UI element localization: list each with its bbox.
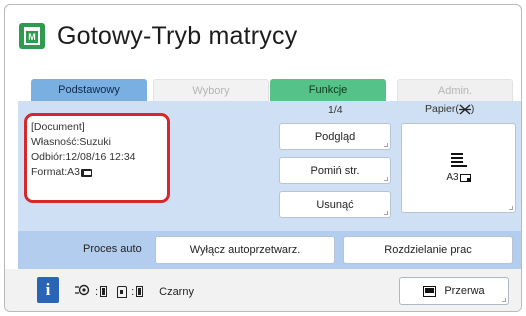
paper-label-end: ) xyxy=(470,103,475,115)
paper-select-button[interactable]: A3 xyxy=(401,123,516,213)
info-icon[interactable]: i xyxy=(37,277,59,303)
document-name: [Document] xyxy=(31,121,85,133)
paper-size-row: A3 xyxy=(446,172,471,183)
corner-mark-icon xyxy=(384,211,388,215)
skip-page-button-label: Pomiń str. xyxy=(310,164,360,177)
page-indicator: 1/4 xyxy=(328,104,343,116)
status-bar: i : : Czarny Przerwa xyxy=(5,269,521,311)
auto-process-label: Proces auto xyxy=(83,243,142,255)
auto-process-row: Proces auto Wyłącz autoprzetwarz. Rozdzi… xyxy=(18,231,521,269)
document-owner: Własność:Suzuki xyxy=(31,136,111,148)
paper-stack-icon xyxy=(450,153,467,167)
corner-mark-icon xyxy=(509,206,513,210)
document-received: Odbiór:12/08/16 12:34 xyxy=(31,151,136,163)
job-separation-label: Rozdzielanie prac xyxy=(384,244,472,256)
pause-icon xyxy=(423,285,437,297)
separator: : xyxy=(131,285,135,298)
skip-page-button[interactable]: Pomiń str. xyxy=(279,157,391,184)
corner-mark-icon xyxy=(384,143,388,147)
status-items: : : Czarny xyxy=(75,284,194,299)
corner-mark-icon xyxy=(502,298,506,302)
paper-label-text: Papier( xyxy=(425,103,459,115)
master-roll-icon xyxy=(117,285,128,298)
preview-button-label: Podgląd xyxy=(314,130,356,143)
app-window: M Gotowy-Tryb matrycy Podstawowy Wybory … xyxy=(4,4,522,312)
ink-level-icon xyxy=(100,286,108,297)
separator: : xyxy=(95,285,99,298)
tab-options[interactable]: Wybory xyxy=(153,79,269,101)
paper-size: A3 xyxy=(446,172,459,183)
tab-functions[interactable]: Funkcje xyxy=(270,79,386,101)
delete-button[interactable]: Usunąć xyxy=(279,191,391,218)
paper-orientation-icon xyxy=(459,173,471,182)
ink-drum-icon xyxy=(75,284,91,299)
pause-button-label: Przerwa xyxy=(444,285,485,297)
main-panel: [Document] Własność:Suzuki Odbiór:12/08/… xyxy=(18,101,521,231)
disable-auto-process-label: Wyłącz autoprzetwarz. xyxy=(189,244,301,256)
preview-button[interactable]: Podgląd xyxy=(279,123,391,150)
paper-feed-icon xyxy=(458,103,471,115)
paper-label: Papier( ) xyxy=(425,103,474,115)
tab-admin[interactable]: Admin. xyxy=(397,79,513,101)
title-bar: M Gotowy-Tryb matrycy xyxy=(19,19,297,53)
disable-auto-process-button[interactable]: Wyłącz autoprzetwarz. xyxy=(155,236,335,264)
tab-bar: Podstawowy Wybory Funkcje Admin. xyxy=(31,79,517,101)
delete-button-label: Usunąć xyxy=(316,198,354,211)
document-format-row: Format:A3 xyxy=(31,165,167,180)
document-info-box[interactable]: [Document] Własność:Suzuki Odbiór:12/08/… xyxy=(24,113,170,203)
ink-color-name: Czarny xyxy=(159,285,194,298)
corner-mark-icon xyxy=(384,177,388,181)
pause-button[interactable]: Przerwa xyxy=(399,277,509,305)
tab-basic[interactable]: Podstawowy xyxy=(31,79,147,101)
document-format: Format:A3 xyxy=(31,166,81,178)
master-mode-icon: M xyxy=(19,23,45,49)
page-title: Gotowy-Tryb matrycy xyxy=(57,21,298,50)
orientation-icon xyxy=(81,168,93,177)
master-level-icon xyxy=(136,286,144,297)
job-separation-button[interactable]: Rozdzielanie prac xyxy=(343,236,513,264)
